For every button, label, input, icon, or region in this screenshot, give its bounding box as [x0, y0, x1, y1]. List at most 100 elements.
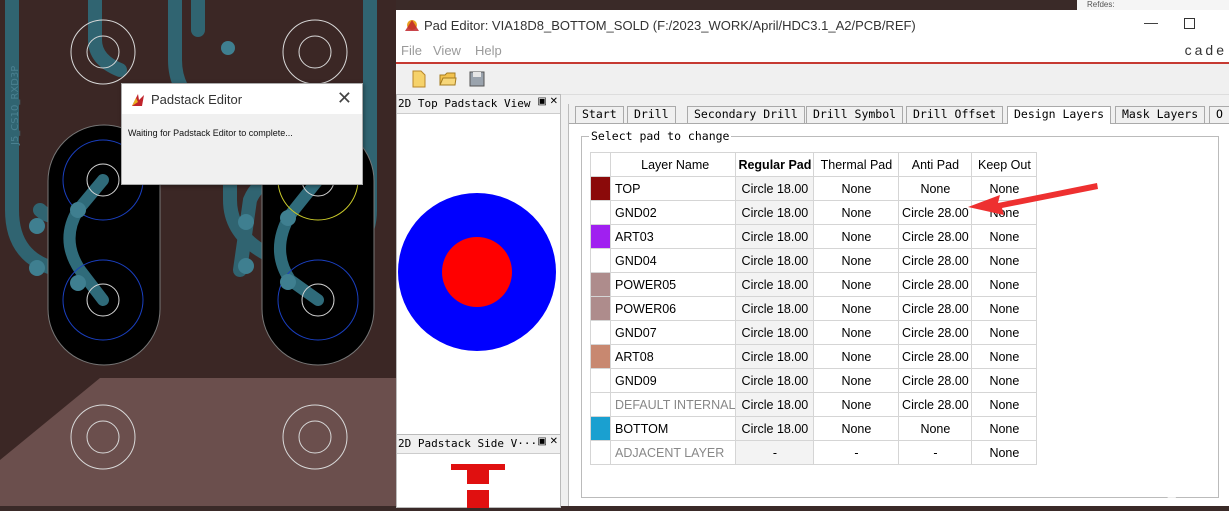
anti-pad-cell[interactable]: Circle 28.00 [898, 392, 973, 417]
pane-header: 2D Top Padstack View ▣ ✕ [397, 95, 560, 114]
tab-bar: Start Drill Secondary Drill Drill Symbol… [569, 104, 1229, 124]
table-row[interactable]: ADJACENT LAYER - - - None [590, 440, 1038, 465]
close-icon[interactable]: ✕ [337, 88, 352, 109]
maximize-icon[interactable] [1184, 18, 1195, 29]
tab-drill-symbol[interactable]: Drill Symbol [806, 106, 904, 123]
thermal-pad-cell[interactable]: - [813, 440, 900, 465]
layer-color[interactable] [591, 201, 610, 224]
menu-view[interactable]: View [433, 43, 461, 58]
anti-pad-cell[interactable]: - [898, 440, 973, 465]
thermal-pad-cell[interactable]: None [813, 344, 900, 369]
regular-pad-cell[interactable]: Circle 18.00 [735, 368, 815, 393]
table-row[interactable]: POWER06 Circle 18.00 None Circle 28.00 None [590, 296, 1038, 321]
thermal-pad-cell[interactable]: None [813, 272, 900, 297]
layer-color[interactable] [591, 297, 610, 320]
regular-pad-cell[interactable]: Circle 18.00 [735, 224, 815, 249]
keep-out-cell[interactable]: None [971, 392, 1038, 417]
table-row[interactable]: DEFAULT INTERNAL Circle 18.00 None Circle 2… [590, 392, 1038, 417]
layer-color[interactable] [591, 393, 610, 416]
minimize-icon[interactable]: — [1144, 14, 1158, 30]
tab-secondary-drill[interactable]: Secondary Drill [687, 106, 805, 123]
thermal-pad-cell[interactable]: None [813, 176, 900, 201]
anti-pad-cell[interactable]: Circle 28.00 [898, 296, 973, 321]
layer-color[interactable] [591, 249, 610, 272]
tab-design-layers[interactable]: Design Layers [1007, 106, 1112, 124]
keep-out-cell[interactable]: None [971, 344, 1038, 369]
header-layer-name: Layer Name [609, 152, 737, 177]
thermal-pad-cell[interactable]: None [813, 368, 900, 393]
regular-pad-cell[interactable]: - [735, 440, 815, 465]
pad-editor-app-icon [405, 20, 419, 31]
regular-pad-cell[interactable]: Circle 18.00 [735, 320, 815, 345]
regular-pad-cell[interactable]: Circle 18.00 [735, 200, 815, 225]
thermal-pad-cell[interactable]: None [813, 320, 900, 345]
window-titlebar: Pad Editor: VIA18D8_BOTTOM_SOLD (F:/2023… [396, 10, 1229, 40]
anti-pad-cell[interactable]: Circle 28.00 [898, 272, 973, 297]
annotation-arrow [968, 183, 1098, 215]
anti-pad-cell[interactable]: Circle 28.00 [898, 344, 973, 369]
regular-pad-cell[interactable]: Circle 18.00 [735, 344, 815, 369]
regular-pad-cell[interactable]: Circle 18.00 [735, 176, 815, 201]
pane-controls[interactable]: ▣ ✕ [537, 96, 558, 107]
thermal-pad-cell[interactable]: None [813, 248, 900, 273]
tab-mask-layers[interactable]: Mask Layers [1115, 106, 1206, 123]
group-label: Select pad to change [589, 129, 732, 143]
thermal-pad-cell[interactable]: None [813, 296, 900, 321]
side-padstack-view-pane: 2D Padstack Side V··· ▣ ✕ [396, 434, 561, 508]
pcb-layout-canvas[interactable]: J5_CS10_RXD3P [0, 0, 396, 506]
table-row[interactable]: GND07 Circle 18.00 None Circle 28.00 None [590, 320, 1038, 345]
table-row[interactable]: BOTTOM Circle 18.00 None None None [590, 416, 1038, 441]
anti-pad-cell[interactable]: Circle 28.00 [898, 224, 973, 249]
tab-drill[interactable]: Drill [627, 106, 676, 123]
menu-bar: File View Help cade [396, 40, 1229, 64]
menu-help[interactable]: Help [475, 43, 502, 58]
layer-color[interactable] [591, 225, 610, 248]
layer-color[interactable] [591, 345, 610, 368]
table-row[interactable]: ART03 Circle 18.00 None Circle 28.00 None [590, 224, 1038, 249]
tab-more[interactable]: O [1209, 106, 1229, 123]
thermal-pad-cell[interactable]: None [813, 224, 900, 249]
side-view-canvas [451, 464, 505, 508]
keep-out-cell[interactable]: None [971, 320, 1038, 345]
new-file-icon[interactable] [410, 70, 428, 88]
keep-out-cell[interactable]: None [971, 272, 1038, 297]
anti-pad-cell[interactable]: Circle 28.00 [898, 368, 973, 393]
thermal-pad-cell[interactable]: None [813, 416, 900, 441]
table-row[interactable]: GND04 Circle 18.00 None Circle 28.00 None [590, 248, 1038, 273]
tab-drill-offset[interactable]: Drill Offset [906, 106, 1004, 123]
layer-color[interactable] [591, 441, 610, 464]
layer-color[interactable] [591, 369, 610, 392]
tab-start[interactable]: Start [575, 106, 624, 123]
regular-pad-cell[interactable]: Circle 18.00 [735, 248, 815, 273]
anti-pad-cell[interactable]: Circle 28.00 [898, 248, 973, 273]
table-row[interactable]: GND09 Circle 18.00 None Circle 28.00 None [590, 368, 1038, 393]
regular-pad-cell[interactable]: Circle 18.00 [735, 296, 815, 321]
table-row[interactable]: ART08 Circle 18.00 None Circle 28.00 None [590, 344, 1038, 369]
menu-file[interactable]: File [401, 43, 422, 58]
anti-pad-cell[interactable]: None [898, 416, 973, 441]
layer-name-cell: POWER05 [609, 272, 737, 297]
regular-pad-cell[interactable]: Circle 18.00 [735, 416, 815, 441]
keep-out-cell[interactable]: None [971, 368, 1038, 393]
layer-color[interactable] [591, 321, 610, 344]
layer-color[interactable] [591, 177, 610, 200]
table-row[interactable]: POWER05 Circle 18.00 None Circle 28.00 None [590, 272, 1038, 297]
keep-out-cell[interactable]: None [971, 296, 1038, 321]
save-icon[interactable] [468, 70, 486, 88]
header-swatch [590, 152, 611, 177]
anti-pad-cell[interactable]: Circle 28.00 [898, 320, 973, 345]
thermal-pad-cell[interactable]: None [813, 200, 900, 225]
open-folder-icon[interactable] [439, 70, 457, 88]
keep-out-cell[interactable]: None [971, 440, 1038, 465]
regular-pad-cell[interactable]: Circle 18.00 [735, 392, 815, 417]
layer-color[interactable] [591, 417, 610, 440]
keep-out-cell[interactable]: None [971, 224, 1038, 249]
regular-pad-cell[interactable]: Circle 18.00 [735, 272, 815, 297]
pane-controls[interactable]: ▣ ✕ [537, 436, 558, 447]
padstack-app-icon [132, 94, 144, 106]
layer-color[interactable] [591, 273, 610, 296]
table-header-row: Layer Name Regular Pad Thermal Pad Anti … [590, 152, 1038, 177]
keep-out-cell[interactable]: None [971, 416, 1038, 441]
keep-out-cell[interactable]: None [971, 248, 1038, 273]
thermal-pad-cell[interactable]: None [813, 392, 900, 417]
